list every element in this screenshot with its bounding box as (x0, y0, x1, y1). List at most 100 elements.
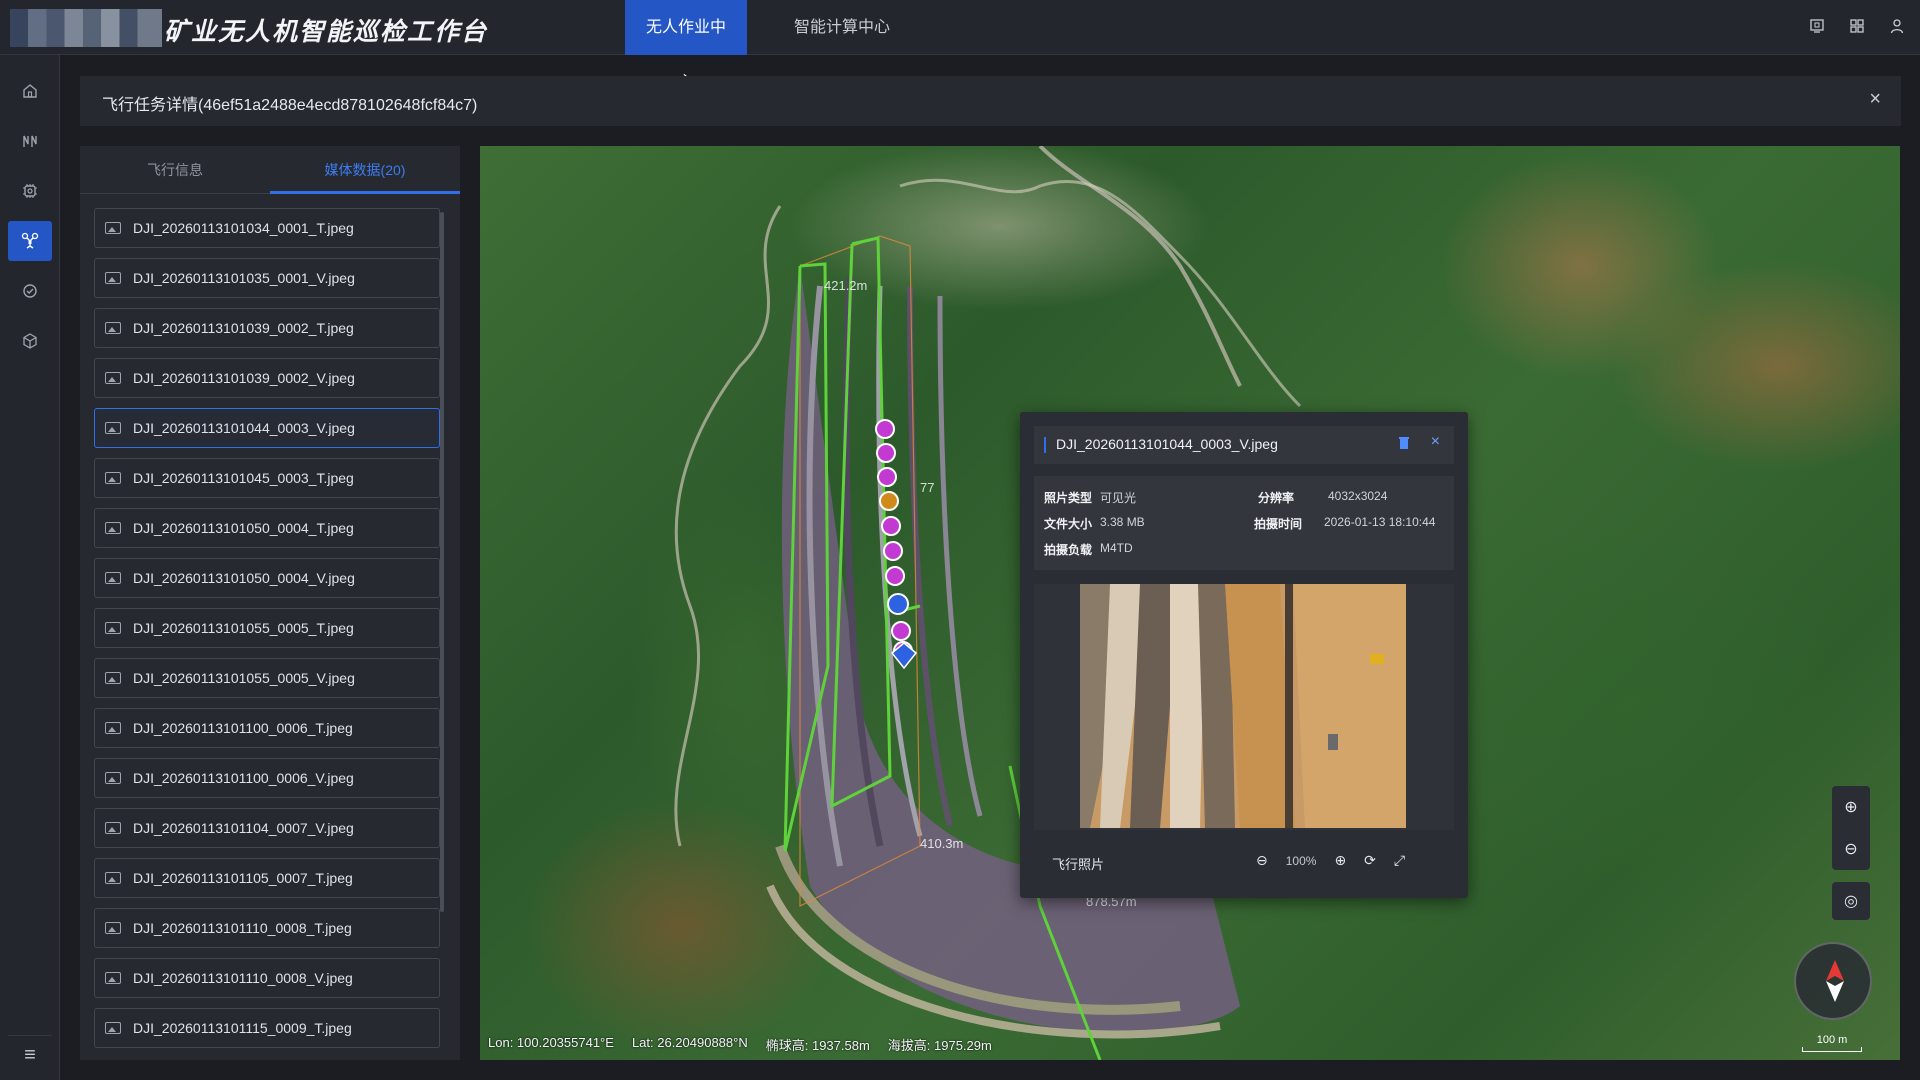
file-list-item[interactable]: DJI_20260113101110_0008_T.jpeg (94, 908, 440, 948)
scrollbar[interactable] (440, 212, 444, 912)
scale-bar: 100 m (1802, 1034, 1862, 1052)
user-icon[interactable] (1888, 17, 1906, 35)
image-file-icon (105, 772, 121, 784)
close-icon[interactable]: × (1431, 433, 1440, 451)
home-icon[interactable] (8, 71, 52, 111)
tab-intelligent-computing-center[interactable]: 智能计算中心 (780, 0, 904, 55)
lat-readout: Lat: 26.20490888°N (631, 1035, 748, 1050)
image-file-icon (105, 272, 121, 284)
image-file-icon (105, 922, 121, 934)
zoom-out-icon[interactable]: ⊖ (1256, 852, 1268, 869)
lon-readout: Lon: 100.20355741°E (488, 1035, 614, 1050)
file-list-item[interactable]: DJI_20260113101115_0009_T.jpeg (94, 1008, 440, 1048)
chip-icon[interactable] (8, 171, 52, 211)
distance-label-2: 410.3m (920, 836, 963, 851)
photo-popup: DJI_20260113101044_0003_V.jpeg × 照片类型 可见… (1020, 412, 1468, 898)
file-name: DJI_20260113101110_0008_T.jpeg (133, 920, 352, 936)
refresh-target-icon[interactable] (8, 271, 52, 311)
drone-icon[interactable] (8, 221, 52, 261)
flight-photo[interactable] (1080, 584, 1406, 828)
zoom-out-icon[interactable]: ⊖ (1832, 828, 1870, 870)
fullscreen-icon[interactable]: ⤢ (1394, 852, 1405, 869)
image-file-icon (105, 972, 121, 984)
file-list-item[interactable]: DJI_20260113101100_0006_V.jpeg (94, 758, 440, 798)
image-file-icon (105, 622, 121, 634)
file-name: DJI_20260113101034_0001_T.jpeg (133, 220, 354, 236)
image-file-icon (105, 422, 121, 434)
image-file-icon (105, 872, 121, 884)
file-name: DJI_20260113101055_0005_V.jpeg (133, 670, 355, 686)
file-list-item[interactable]: DJI_20260113101100_0006_T.jpeg (94, 708, 440, 748)
file-name: DJI_20260113101105_0007_T.jpeg (133, 870, 353, 886)
logo (10, 9, 162, 47)
zoom-in-icon[interactable]: ⊕ (1334, 852, 1346, 869)
meta-file-size-label: 文件大小 (1044, 517, 1093, 531)
meta-capture-time-label: 拍摄时间 (1254, 517, 1303, 531)
file-list-item[interactable]: DJI_20260113101110_0008_V.jpeg (94, 958, 440, 998)
cube-icon[interactable] (8, 321, 52, 361)
photo-viewer[interactable] (1034, 584, 1454, 830)
tab-media-data[interactable]: 媒体数据(20) (270, 146, 460, 194)
meta-payload: M4TD (1100, 541, 1133, 555)
file-list-item[interactable]: DJI_20260113101035_0001_V.jpeg (94, 258, 440, 298)
menu-icon[interactable]: ≡ (8, 1035, 52, 1075)
locate-icon[interactable]: ◎ (1832, 882, 1870, 920)
file-list-item[interactable]: DJI_20260113101050_0004_V.jpeg (94, 558, 440, 598)
photo-meta: 照片类型 可见光 分辨率 4032x3024 文件大小 3.38 MB 拍摄时间… (1034, 476, 1454, 570)
image-file-icon (105, 472, 121, 484)
file-list-item[interactable]: DJI_20260113101104_0007_V.jpeg (94, 808, 440, 848)
file-list-item[interactable]: DJI_20260113101055_0005_V.jpeg (94, 658, 440, 698)
top-bar: 矿业无人机智能巡检工作台 无人作业中心 智能计算中心 (0, 0, 1920, 91)
compass-icon[interactable] (1794, 942, 1872, 1020)
zoom-in-icon[interactable]: ⊕ (1832, 786, 1870, 828)
file-name: DJI_20260113101035_0001_V.jpeg (133, 270, 355, 286)
task-header: 飞行任务详情(46ef51a2488e4ecd878102648fcf84c7)… (80, 76, 1901, 126)
file-name: DJI_20260113101045_0003_T.jpeg (133, 470, 354, 486)
image-file-icon (105, 222, 121, 234)
altitude-readout: 海拔高: 1975.29m (887, 1038, 992, 1053)
photo-zoom-level: 100% (1285, 853, 1317, 868)
file-name: DJI_20260113101044_0003_V.jpeg (133, 420, 355, 436)
tab-flight-info[interactable]: 飞行信息 (80, 146, 270, 194)
file-list-item[interactable]: DJI_20260113101039_0002_T.jpeg (94, 308, 440, 348)
meta-photo-type: 可见光 (1100, 491, 1137, 505)
image-file-icon (105, 572, 121, 584)
file-name: DJI_20260113101100_0006_T.jpeg (133, 720, 353, 736)
file-name: DJI_20260113101039_0002_V.jpeg (133, 370, 355, 386)
file-list-item[interactable]: DJI_20260113101044_0003_V.jpeg (94, 408, 440, 448)
monitor-icon[interactable] (1808, 17, 1826, 35)
file-list-item[interactable]: DJI_20260113101045_0003_T.jpeg (94, 458, 440, 498)
task-title: 飞行任务详情(46ef51a2488e4ecd878102648fcf84c7) (102, 97, 478, 114)
media-panel: 飞行信息 媒体数据(20) DJI_20260113101034_0001_T.… (80, 146, 460, 1060)
file-list-item[interactable]: DJI_20260113101050_0004_T.jpeg (94, 508, 440, 548)
file-list-item[interactable]: DJI_20260113101105_0007_T.jpeg (94, 858, 440, 898)
meta-resolution: 4032x3024 (1328, 489, 1388, 503)
file-name: DJI_20260113101115_0009_T.jpeg (133, 1020, 352, 1036)
ellipsoid-height-readout: 椭球高: 1937.58m (765, 1038, 870, 1053)
image-file-icon (105, 522, 121, 534)
file-name: DJI_20260113101110_0008_V.jpeg (133, 970, 353, 986)
zoom-controls: ⊕ ⊖ (1832, 786, 1870, 870)
file-list: DJI_20260113101034_0001_T.jpeg DJI_202601… (94, 208, 440, 1054)
close-icon[interactable]: × (1869, 88, 1881, 111)
file-list-item[interactable]: DJI_20260113101034_0001_T.jpeg (94, 208, 440, 248)
popup-title: DJI_20260113101044_0003_V.jpeg (1056, 436, 1278, 452)
image-file-icon (105, 822, 121, 834)
meta-capture-time: 2026-01-13 18:10:44 (1324, 515, 1436, 529)
file-name: DJI_20260113101050_0004_V.jpeg (133, 570, 355, 586)
route-icon[interactable] (8, 121, 52, 161)
image-file-icon (105, 672, 121, 684)
meta-resolution-label: 分辨率 (1258, 491, 1295, 505)
image-file-icon (105, 722, 121, 734)
image-file-icon (105, 372, 121, 384)
rotate-icon[interactable]: ⟳ (1364, 852, 1376, 869)
tab-unmanned-operation-center[interactable]: 无人作业中心 (625, 0, 747, 91)
file-list-item[interactable]: DJI_20260113101055_0005_T.jpeg (94, 608, 440, 648)
file-list-item[interactable]: DJI_20260113101039_0002_V.jpeg (94, 358, 440, 398)
coordinate-readout: Lon: 100.20355741°E Lat: 26.20490888°N 椭… (488, 1035, 992, 1054)
file-name: DJI_20260113101100_0006_V.jpeg (133, 770, 354, 786)
meta-photo-type-label: 照片类型 (1044, 491, 1093, 505)
delete-icon[interactable] (1398, 436, 1410, 450)
image-file-icon (105, 1022, 121, 1034)
grid-icon[interactable] (1848, 17, 1866, 35)
